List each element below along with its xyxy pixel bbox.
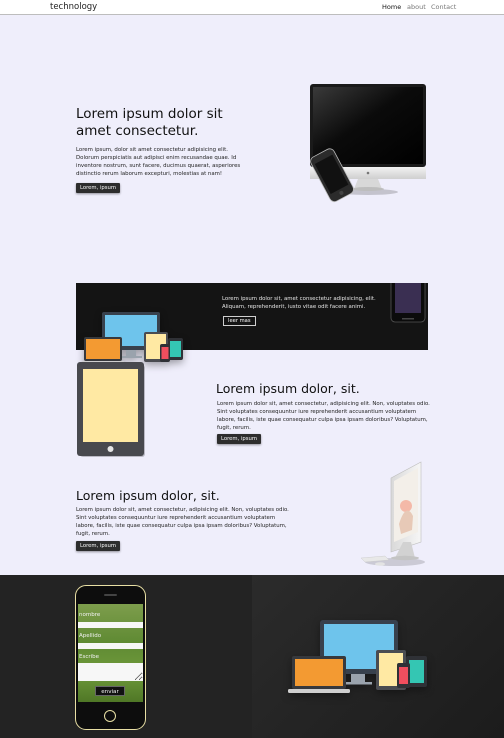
- nombre-input[interactable]: [78, 622, 143, 628]
- band-text-line1: Lorem ipsum dolor sit, amet consectetur …: [222, 296, 376, 302]
- nav-link-contact[interactable]: Contact: [431, 3, 456, 11]
- section3-title: Lorem ipsum dolor, sit.: [76, 488, 220, 503]
- band-button[interactable]: leer mas: [223, 316, 256, 326]
- section3-text-line2: Sint voluptates consequuntur iure repreh…: [76, 515, 276, 521]
- hero-text-line3: inventore nostrum, sunt facere, ducimus …: [76, 163, 241, 169]
- section2-button[interactable]: Lorem, ipsum: [217, 434, 262, 444]
- apellido-input[interactable]: [78, 643, 143, 649]
- section3-text-line3: labore, facilis, iste quae consequatur c…: [76, 523, 287, 529]
- monitor-phone-illustration: [310, 84, 426, 203]
- section2-text-line4: fugit, rerum.: [217, 425, 251, 431]
- section3-text-line4: fugit, rerum.: [76, 531, 110, 537]
- section2-title: Lorem ipsum dolor, sit.: [216, 381, 360, 396]
- top-navbar: technology Home about Contact: [0, 0, 504, 15]
- field-label-nombre: nombre: [79, 612, 101, 618]
- section2-text-line2: Sint voluptates consequuntur iure repreh…: [217, 409, 417, 415]
- section3-button[interactable]: Lorem, ipsum: [76, 541, 121, 551]
- section2-text-line3: labore, facilis, iste quae consequatur c…: [217, 417, 428, 423]
- hero-title-line2: amet consectetur.: [76, 123, 199, 139]
- hero-title-line1: Lorem ipsum dolor sit: [76, 106, 223, 122]
- nav-link-home[interactable]: Home: [382, 3, 401, 11]
- hero-text-line1: Lorem ipsum, dolor sit amet consectetur …: [76, 147, 228, 153]
- band-text-line2: Aliquam, reprehenderit, iusto vitae odit…: [222, 304, 366, 310]
- hero-button[interactable]: Lorem, ipsum: [76, 183, 121, 193]
- tablet-illustration: [77, 362, 145, 457]
- message-textarea[interactable]: [78, 663, 143, 681]
- section3-text-line1: Lorem ipsum dolor sit, amet consectetur,…: [76, 507, 289, 513]
- hero-text-line2: Dolorum perspiciatis aut adipisci enim r…: [76, 155, 237, 161]
- field-label-escribe: Escribe: [79, 654, 100, 660]
- imac-illustration: [360, 461, 425, 566]
- field-label-apellido: Apellido: [79, 633, 102, 639]
- submit-button[interactable]: enviar: [95, 686, 125, 696]
- footer-devices-illustration: [288, 620, 427, 693]
- section2-text-line1: Lorem ipsum dolor sit, amet consectetur,…: [217, 401, 430, 407]
- phone-speaker: [104, 594, 117, 596]
- brand-logo[interactable]: technology: [50, 2, 97, 12]
- hero-text-line4: distinctio rerum laborum excepturi, mole…: [76, 171, 223, 177]
- phone-home-button: [104, 710, 116, 722]
- nav-link-about[interactable]: about: [407, 3, 426, 11]
